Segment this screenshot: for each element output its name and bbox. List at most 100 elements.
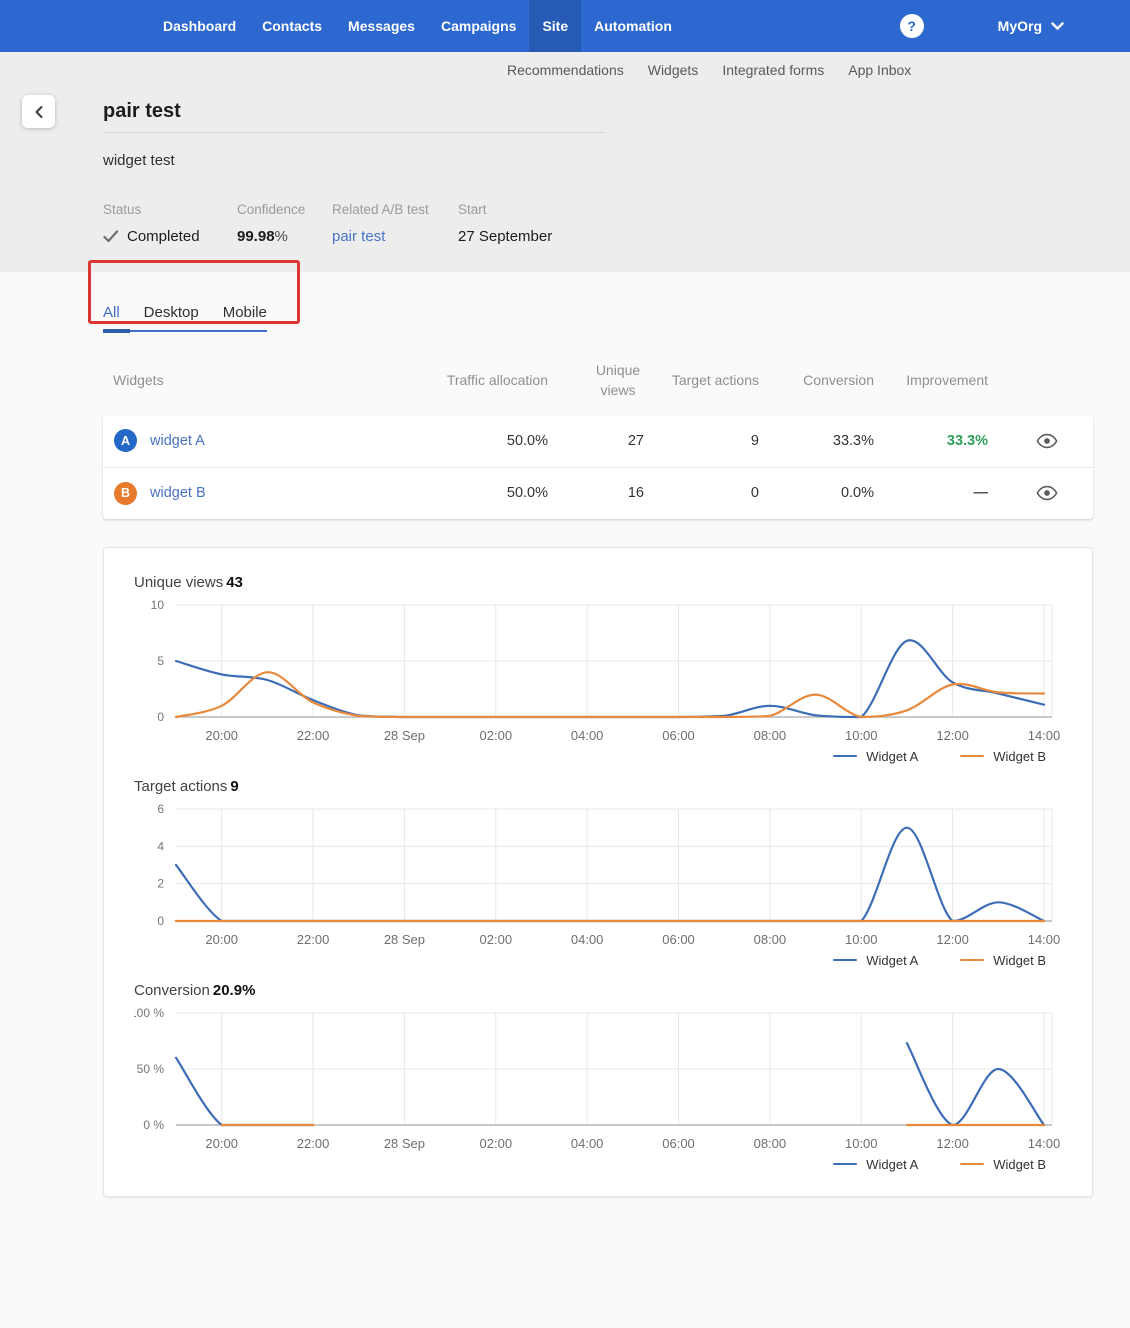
conversion-chart: 0 %50 %100 %20:0022:0028 Sep02:0004:0006… [134, 1007, 1062, 1155]
nav-item-messages[interactable]: Messages [335, 0, 428, 52]
page-title: pair test [103, 100, 181, 123]
subnav-item-app-inbox[interactable]: App Inbox [848, 60, 911, 80]
related-test-link[interactable]: pair test [332, 228, 385, 245]
widget-a-preview-button[interactable] [1034, 431, 1060, 451]
nav-item-campaigns[interactable]: Campaigns [428, 0, 529, 52]
main-content: All Desktop Mobile Widgets Traffic alloc… [0, 272, 1130, 1197]
widget-b-traffic: 50.0% [340, 485, 548, 501]
svg-text:14:00: 14:00 [1028, 728, 1061, 743]
top-navigation: Dashboard Contacts Messages Campaigns Si… [0, 0, 1130, 52]
widget-b-conversion: 0.0% [759, 485, 874, 501]
widget-a-legend-label: Widget A [866, 749, 918, 764]
widgets-table-header: Widgets Traffic allocation Unique views … [103, 350, 1093, 415]
svg-text:12:00: 12:00 [936, 1136, 969, 1151]
svg-text:10: 10 [151, 599, 165, 612]
charts-card: Unique views43 051020:0022:0028 Sep02:00… [103, 547, 1093, 1197]
svg-text:04:00: 04:00 [571, 728, 604, 743]
widget-a-legend-label: Widget A [866, 953, 918, 968]
related-test-label: Related A/B test [332, 202, 458, 217]
conversion-chart-title: Conversion20.9% [134, 982, 1062, 999]
widget-b-improvement: — [874, 485, 988, 501]
subnav-item-widgets[interactable]: Widgets [648, 60, 699, 80]
target-actions-chart-title: Target actions9 [134, 778, 1062, 795]
eye-icon [1036, 485, 1058, 501]
svg-text:06:00: 06:00 [662, 932, 695, 947]
svg-text:100 %: 100 % [134, 1007, 164, 1020]
chart-legend: Widget A Widget B [134, 953, 1062, 968]
start-value: 27 September [458, 228, 552, 245]
start-label: Start [458, 202, 552, 217]
tab-mobile[interactable]: Mobile [223, 304, 267, 321]
col-improvement: Improvement [874, 370, 988, 390]
svg-text:20:00: 20:00 [205, 932, 238, 947]
unique-views-chart: 051020:0022:0028 Sep02:0004:0006:0008:00… [134, 599, 1062, 747]
active-tab-indicator [103, 329, 130, 333]
widget-a-unique-views: 27 [548, 433, 644, 449]
svg-text:06:00: 06:00 [662, 728, 695, 743]
nav-item-site[interactable]: Site [529, 0, 581, 52]
test-meta-row: Status Completed Confidence 99.98% Relat… [103, 202, 552, 245]
col-target-actions: Target actions [644, 370, 759, 390]
nav-item-dashboard[interactable]: Dashboard [150, 0, 249, 52]
org-menu[interactable]: MyOrg [998, 18, 1064, 34]
nav-item-contacts[interactable]: Contacts [249, 0, 335, 52]
svg-text:08:00: 08:00 [754, 728, 787, 743]
widget-a-link[interactable]: widget A [150, 433, 205, 449]
svg-text:4: 4 [157, 839, 164, 853]
svg-text:28 Sep: 28 Sep [384, 728, 425, 743]
svg-text:22:00: 22:00 [297, 1136, 330, 1151]
svg-text:10:00: 10:00 [845, 728, 878, 743]
svg-text:14:00: 14:00 [1028, 1136, 1061, 1151]
svg-text:02:00: 02:00 [480, 1136, 513, 1151]
tab-all[interactable]: All [103, 304, 120, 321]
svg-text:50 %: 50 % [137, 1062, 165, 1076]
confidence-value: 99.98% [237, 228, 332, 245]
svg-text:5: 5 [157, 654, 164, 668]
svg-text:0 %: 0 % [143, 1118, 164, 1132]
svg-text:04:00: 04:00 [571, 932, 604, 947]
svg-text:02:00: 02:00 [480, 728, 513, 743]
unique-views-chart-title: Unique views43 [134, 574, 1062, 591]
widget-b-legend-label: Widget B [993, 953, 1046, 968]
back-button[interactable] [22, 95, 55, 128]
widget-b-legend-line [960, 959, 984, 962]
col-widgets: Widgets [103, 370, 340, 390]
widget-a-traffic: 50.0% [340, 433, 548, 449]
svg-text:08:00: 08:00 [754, 1136, 787, 1151]
site-subnav: Recommendations Widgets Integrated forms… [507, 60, 911, 80]
widget-a-conversion: 33.3% [759, 433, 874, 449]
widget-b-link[interactable]: widget B [150, 485, 206, 501]
svg-text:08:00: 08:00 [754, 932, 787, 947]
page-subtitle: widget test [103, 152, 175, 169]
svg-text:6: 6 [157, 803, 164, 816]
subnav-item-recommendations[interactable]: Recommendations [507, 60, 624, 80]
widget-b-legend-line [960, 755, 984, 758]
chevron-left-icon [32, 104, 46, 120]
svg-text:04:00: 04:00 [571, 1136, 604, 1151]
widget-b-badge: B [114, 482, 137, 505]
title-divider [103, 132, 605, 133]
widget-a-legend-line [833, 959, 857, 962]
svg-text:02:00: 02:00 [480, 932, 513, 947]
tab-desktop[interactable]: Desktop [144, 304, 199, 321]
svg-text:2: 2 [157, 876, 164, 890]
device-filter-tabs: All Desktop Mobile [103, 304, 267, 334]
widget-a-improvement: 33.3% [874, 433, 988, 449]
svg-text:20:00: 20:00 [205, 1136, 238, 1151]
col-unique-views: Unique views [548, 360, 644, 401]
chart-legend: Widget A Widget B [134, 749, 1062, 764]
table-row: B widget B 50.0% 16 0 0.0% — [103, 467, 1093, 519]
page-header-section: Recommendations Widgets Integrated forms… [0, 52, 1130, 272]
svg-text:06:00: 06:00 [662, 1136, 695, 1151]
widget-b-preview-button[interactable] [1034, 483, 1060, 503]
table-row: A widget A 50.0% 27 9 33.3% 33.3% [103, 415, 1093, 467]
nav-item-automation[interactable]: Automation [581, 0, 685, 52]
help-icon[interactable]: ? [900, 14, 924, 38]
svg-text:28 Sep: 28 Sep [384, 932, 425, 947]
widget-b-legend-line [960, 1163, 984, 1166]
svg-text:10:00: 10:00 [845, 1136, 878, 1151]
widget-a-target-actions: 9 [644, 433, 759, 449]
chevron-down-icon [1051, 22, 1064, 31]
subnav-item-integrated-forms[interactable]: Integrated forms [722, 60, 824, 80]
target-actions-chart: 024620:0022:0028 Sep02:0004:0006:0008:00… [134, 803, 1062, 951]
